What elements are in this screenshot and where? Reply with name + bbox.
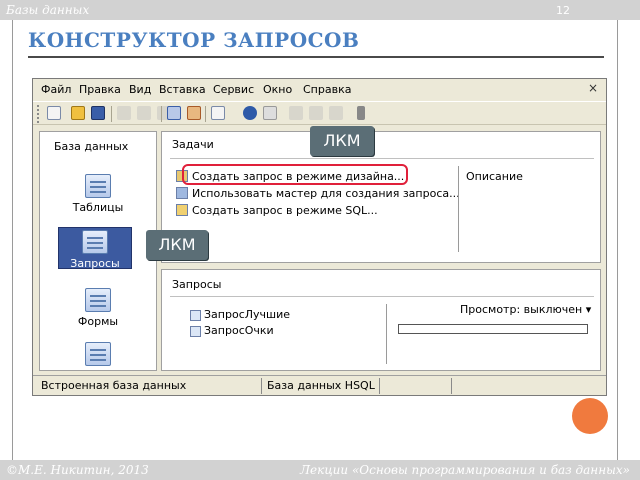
task-create-sql[interactable]: Создать запрос в режиме SQL...: [192, 204, 378, 217]
tables-icon: [85, 174, 111, 198]
slide-left-rule: [12, 20, 13, 460]
query-icon: [190, 310, 201, 321]
preview-box: [398, 324, 588, 334]
menu-help[interactable]: Справка: [303, 83, 351, 96]
query-item-points[interactable]: ЗапросОчки: [204, 324, 274, 337]
title-underline: [28, 56, 604, 58]
queries-icon: [82, 230, 108, 254]
toolbar-overflow-icon[interactable]: [357, 106, 365, 120]
status-separator: [379, 378, 380, 394]
left-pane: База данных Таблицы Запросы Формы: [39, 131, 157, 371]
sort-desc-icon[interactable]: [187, 106, 201, 120]
tasks-divider: [170, 158, 594, 159]
status-separator: [451, 378, 452, 394]
orange-circle: [572, 398, 608, 434]
tb-extra-icon[interactable]: [263, 106, 277, 120]
wizard-icon: [176, 187, 188, 199]
menu-window[interactable]: Окно: [263, 83, 292, 96]
status-separator: [261, 378, 262, 394]
menu-insert[interactable]: Вставка: [159, 83, 206, 96]
left-pane-header: База данных: [54, 140, 129, 153]
tasks-vertical-divider: [458, 166, 459, 252]
tasks-header: Задачи: [172, 138, 214, 151]
queries-header: Запросы: [172, 278, 222, 291]
slide-right-rule: [617, 20, 618, 460]
menu-tools[interactable]: Сервис: [213, 83, 254, 96]
save-icon[interactable]: [91, 106, 105, 120]
forms-label: Формы: [77, 315, 119, 328]
copy-icon[interactable]: [137, 106, 151, 120]
tasks-pane: Задачи Создать запрос в режиме дизайна..…: [161, 131, 601, 263]
slide-title: КОНСТРУКТОР ЗАПРОСОВ: [28, 28, 360, 52]
menu-bar: Файл Правка Вид Вставка Сервис Окно Спра…: [33, 79, 606, 99]
forms-icon: [85, 288, 111, 312]
toolbar-grip[interactable]: [37, 105, 40, 123]
menu-edit[interactable]: Правка: [79, 83, 121, 96]
tb-extra2-icon[interactable]: [289, 106, 303, 120]
reports-item-partial[interactable]: [40, 342, 156, 370]
tables-label: Таблицы: [72, 201, 124, 214]
status-embedded-db: Встроенная база данных: [41, 379, 187, 392]
highlight-create-design: [182, 164, 408, 185]
section-label: Базы данных: [6, 3, 90, 17]
toolbar-separator: [161, 106, 162, 122]
tb-extra4-icon[interactable]: [329, 106, 343, 120]
menu-file[interactable]: Файл: [41, 83, 71, 96]
preview-dropdown[interactable]: Просмотр: выключен ▾: [460, 303, 591, 316]
open-folder-icon[interactable]: [71, 106, 85, 120]
queries-item[interactable]: Запросы: [58, 227, 132, 270]
callout-lmb-left: ЛКМ: [146, 230, 208, 260]
close-icon[interactable]: ×: [588, 81, 598, 95]
new-doc-icon[interactable]: [47, 106, 61, 120]
toolbar-separator: [205, 106, 206, 122]
queries-vertical-divider: [386, 304, 387, 364]
query-icon: [190, 326, 201, 337]
status-bar: Встроенная база данных База данных HSQL: [33, 375, 606, 396]
forms-item[interactable]: Формы: [40, 288, 156, 328]
task-use-wizard[interactable]: Использовать мастер для создания запроса…: [192, 187, 460, 200]
queries-label: Запросы: [70, 257, 120, 270]
callout-lmb-top: ЛКМ: [310, 126, 374, 156]
tb-extra3-icon[interactable]: [309, 106, 323, 120]
description-header: Описание: [466, 170, 523, 183]
reports-icon: [85, 342, 111, 366]
footer-lecture: Лекции «Основы программирования и баз да…: [300, 463, 630, 477]
form-icon[interactable]: [211, 106, 225, 120]
queries-divider: [170, 296, 594, 297]
sort-asc-icon[interactable]: [167, 106, 181, 120]
footer-author: ©М.Е. Никитин, 2013: [6, 463, 149, 477]
queries-pane: Запросы ЗапросЛучшие ЗапросОчки Просмотр…: [161, 269, 601, 371]
status-hsql: База данных HSQL: [267, 379, 375, 392]
menu-view[interactable]: Вид: [129, 83, 151, 96]
slide-top-band: [0, 0, 640, 20]
query-item-best[interactable]: ЗапросЛучшие: [204, 308, 290, 321]
cut-icon[interactable]: [117, 106, 131, 120]
help-icon[interactable]: [243, 106, 257, 120]
toolbar-separator: [111, 106, 112, 122]
slide-number: 12: [556, 4, 570, 17]
sql-icon: [176, 204, 188, 216]
toolbar: [33, 101, 606, 125]
tables-item[interactable]: Таблицы: [40, 174, 156, 214]
